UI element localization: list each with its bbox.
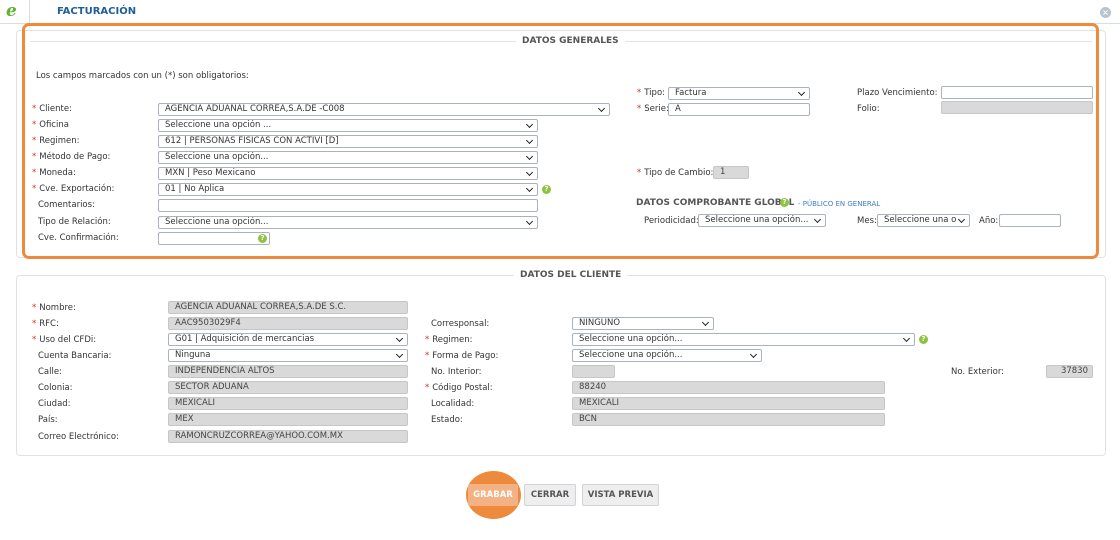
regimen-select[interactable]: 612 | PERSONAS FISICAS CON ACTIVI [D] [158,135,538,148]
ciudad-label: Ciudad: [38,399,71,409]
moneda-label: * Moneda: [32,168,76,178]
cve-confirmacion-label: Cve. Confirmación: [38,233,119,243]
anio-input[interactable] [999,214,1061,227]
comentarios-input[interactable] [158,199,538,212]
regimen-cliente-help-icon[interactable]: ? [919,335,928,344]
metodo-pago-select[interactable]: Seleccione una opción... [158,151,538,164]
codigo-postal-field: 88240 [572,381,885,394]
cve-confirmacion-help-icon[interactable]: ? [258,234,267,243]
tipo-cambio-label: * Tipo de Cambio: [637,168,714,178]
tipo-cambio-input: 1 [713,166,749,179]
estado-label: Estado: [431,415,463,425]
anio-label: Año: [979,216,999,226]
comentarios-label: Comentarios: [38,200,95,210]
app-logo: e [0,0,30,24]
comprobante-global-title: DATOS COMPROBANTE GLOBAL [636,198,795,208]
cliente-label: * Cliente: [32,104,72,114]
corresponsal-select[interactable]: NINGUNO [572,317,714,330]
forma-pago-label: * Forma de Pago: [425,351,499,361]
uso-cfdi-label: * Uso del CFDi: [32,335,97,345]
plazo-vencimiento-label: Plazo Vencimiento: [857,88,938,98]
mes-label: Mes: [857,216,877,226]
required-note: Los campos marcados con un (*) son oblig… [36,71,249,81]
nombre-field: AGENCIA ADUANAL CORREA,S.A.DE S.C. [168,301,408,314]
cliente-select[interactable]: AGENCIA ADUANAL CORREA,S.A.DE -C008 [158,103,610,116]
regimen-label: * Regimen: [32,136,80,146]
uso-cfdi-select[interactable]: G01 | Adquisición de mercancias [168,333,408,346]
cve-exportacion-label: * Cve. Exportación: [32,184,115,194]
correo-field: RAMONCRUZCORREA@YAHOO.COM.MX [168,430,408,443]
tipo-label: * Tipo: [637,88,666,98]
tipo-relacion-select[interactable]: Seleccione una opción... [158,216,538,229]
cve-confirmacion-input[interactable] [158,232,270,245]
estado-field: BCN [572,413,885,426]
localidad-field: MEXICALI [572,397,885,410]
tipo-relacion-label: Tipo de Relación: [38,217,111,227]
periodicidad-label: Periodicidad: [644,216,699,226]
regimen-cliente-select[interactable]: Seleccione una opción... [572,333,915,346]
datos-generales-legend: DATOS GENERALES [516,36,625,46]
grabar-button[interactable]: GRABAR [468,484,518,506]
colonia-label: Colonia: [38,383,73,393]
rfc-field: AAC9503029F4 [168,317,408,330]
pais-field: MEX [168,413,408,426]
ciudad-field: MEXICALI [168,397,408,410]
serie-label: * Serie: [637,104,669,114]
forma-pago-select[interactable]: Seleccione una opción... [572,349,762,362]
nombre-label: * Nombre: [32,303,76,313]
periodicidad-select[interactable]: Seleccione una opción... [698,214,826,227]
calle-label: Calle: [38,367,62,377]
cve-exportacion-help-icon[interactable]: ? [542,185,551,194]
no-exterior-label: No. Exterior: [951,367,1005,377]
regimen-cliente-label: * Regimen: [425,335,473,345]
datos-cliente-legend: DATOS DEL CLIENTE [514,270,628,280]
colonia-field: SECTOR ADUANA [168,381,408,394]
corresponsal-label: Corresponsal: [431,319,490,329]
no-interior-label: No. Interior: [431,367,482,377]
oficina-select[interactable]: Seleccione una opción ... [158,119,538,132]
cuenta-bancaria-select[interactable]: Ninguna [168,349,408,362]
vista-previa-button[interactable]: VISTA PREVIA [582,484,659,506]
codigo-postal-label: * Código Postal: [425,383,493,393]
folio-label: Folio: [857,104,880,114]
oficina-label: * Oficina [32,120,69,130]
serie-input[interactable]: A [668,103,810,116]
metodo-pago-label: * Método de Pago: [32,152,111,162]
correo-label: Correo Electrónico: [38,432,119,442]
window-title: FACTURACIÓN [57,6,137,17]
cuenta-bancaria-label: Cuenta Bancaria: [38,351,112,361]
no-interior-field [572,365,615,378]
cerrar-button[interactable]: CERRAR [524,484,576,506]
publico-general-link[interactable]: - PÚBLICO EN GENERAL [798,200,880,208]
no-exterior-field: 37830 [1046,365,1093,378]
rfc-label: * RFC: [32,319,59,329]
cve-exportacion-select[interactable]: 01 | No Aplica [158,183,538,196]
folio-input [941,101,1093,114]
comprobante-global-help-icon[interactable]: ? [780,198,789,207]
localidad-label: Localidad: [431,399,475,409]
tipo-select[interactable]: Factura [668,87,810,100]
moneda-select[interactable]: MXN | Peso Mexicano [158,167,538,180]
title-bar [0,0,1120,24]
plazo-vencimiento-input[interactable] [941,86,1093,99]
logo-icon: e [6,1,17,21]
pais-label: País: [38,415,58,425]
close-icon[interactable]: × [1100,7,1111,18]
calle-field: INDEPENDENCIA ALTOS [168,365,408,378]
mes-select[interactable]: Seleccione una o [877,214,970,227]
